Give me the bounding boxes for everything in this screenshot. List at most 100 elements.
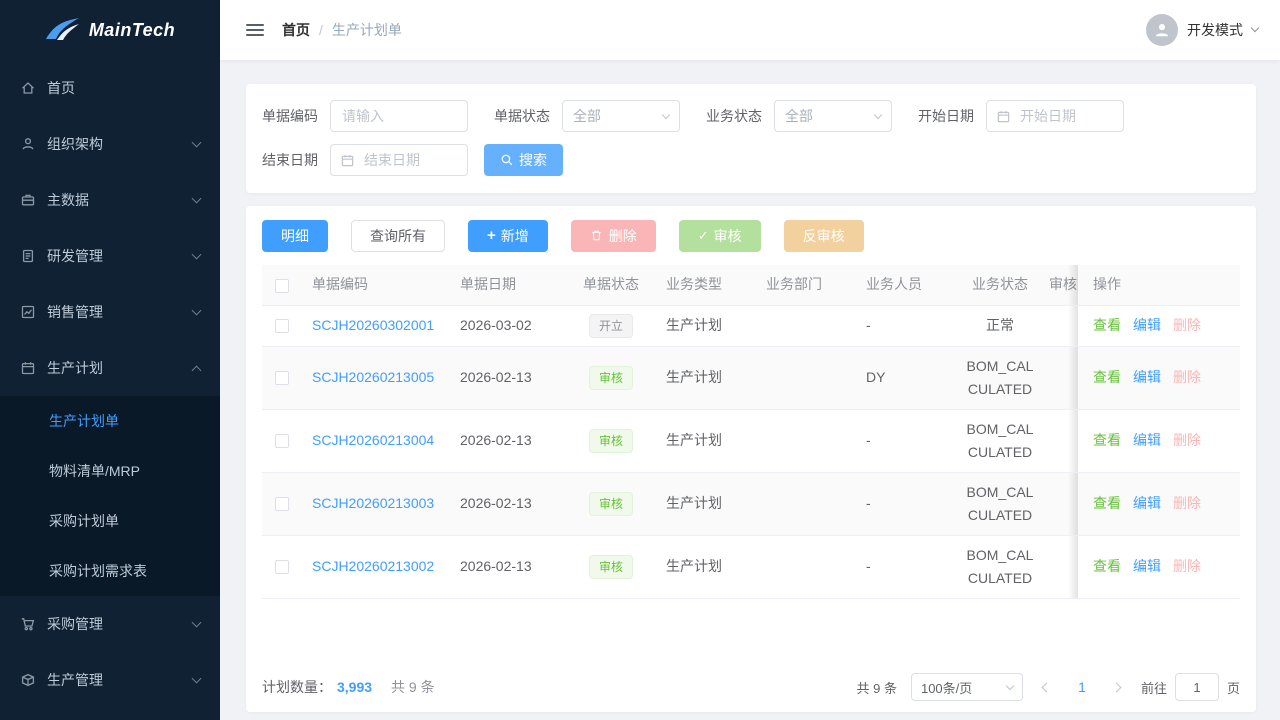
search-button[interactable]: 搜索: [484, 144, 563, 176]
sidebar-item-organization[interactable]: 组织架构: [0, 116, 220, 172]
chevron-down-icon: [192, 673, 202, 683]
chevron-down-icon: [662, 110, 670, 118]
table-row[interactable]: SCJH20260213005 2026-02-13 审核 生产计划 DY BO…: [262, 346, 1240, 409]
sidebar-item-sales[interactable]: 销售管理: [0, 284, 220, 340]
app-logo[interactable]: MainTech: [0, 0, 220, 60]
col-header-biz-status: 业务状态: [954, 265, 1046, 305]
sidebar-item-production-plan-doc[interactable]: 生产计划单: [0, 396, 220, 446]
calendar-icon: [996, 109, 1011, 124]
sidebar-item-bom-mrp[interactable]: 物料清单/MRP: [0, 446, 220, 496]
check-icon: ✓: [698, 229, 709, 243]
delete-link[interactable]: 删除: [1173, 432, 1201, 448]
add-button[interactable]: + 新增: [468, 220, 548, 252]
delete-link[interactable]: 删除: [1173, 558, 1201, 574]
chevron-down-icon: [192, 137, 202, 147]
col-header-doc-code: 单据编码: [302, 265, 450, 305]
view-link[interactable]: 查看: [1093, 317, 1121, 333]
main-area: 首页 / 生产计划单 开发模式 单据编码: [220, 0, 1280, 720]
row-checkbox[interactable]: [275, 560, 289, 574]
chevron-left-icon: [1042, 682, 1052, 692]
sidebar-item-master-data[interactable]: 主数据: [0, 172, 220, 228]
biz-status: BOM_CALCULATED: [954, 535, 1046, 598]
sidebar-subitem-label: 物料清单/MRP: [49, 461, 140, 481]
detail-button[interactable]: 明细: [262, 220, 328, 252]
doc-status-select[interactable]: 全部: [562, 100, 680, 132]
breadcrumb-separator: /: [319, 22, 323, 38]
edit-link[interactable]: 编辑: [1133, 317, 1161, 333]
sidebar-item-label: 研发管理: [47, 246, 103, 266]
chevron-down-icon: [192, 193, 202, 203]
end-date-picker[interactable]: 结束日期: [330, 144, 468, 176]
sidebar-item-purchase-plan-doc[interactable]: 采购计划单: [0, 496, 220, 546]
row-checkbox[interactable]: [275, 319, 289, 333]
trash-icon: [590, 229, 604, 243]
sidebar-item-production-plan[interactable]: 生产计划: [0, 340, 220, 396]
chevron-right-icon: [1112, 682, 1122, 692]
biz-type: 生产计划: [656, 305, 756, 346]
hamburger-icon[interactable]: [246, 22, 264, 38]
biz-person: -: [856, 535, 954, 598]
delete-link[interactable]: 删除: [1173, 369, 1201, 385]
edit-link[interactable]: 编辑: [1133, 495, 1161, 511]
doc-code-link[interactable]: SCJH20260213005: [312, 366, 440, 389]
delete-link[interactable]: 删除: [1173, 495, 1201, 511]
prev-page-button[interactable]: [1037, 675, 1057, 699]
next-page-button[interactable]: [1107, 675, 1127, 699]
biz-person: -: [856, 305, 954, 346]
edit-link[interactable]: 编辑: [1133, 369, 1161, 385]
delete-button[interactable]: 删除: [571, 220, 656, 252]
sidebar-item-purchase-demand-table[interactable]: 采购计划需求表: [0, 546, 220, 596]
plan-count-label: 计划数量：: [262, 677, 332, 697]
view-link[interactable]: 查看: [1093, 558, 1121, 574]
page-size-select[interactable]: 100条/页: [911, 673, 1023, 701]
pager: 1: [1037, 675, 1127, 699]
doc-code-link[interactable]: SCJH20260213003: [312, 492, 440, 515]
biz-status-select[interactable]: 全部: [774, 100, 892, 132]
end-date-placeholder: 结束日期: [364, 150, 420, 170]
sidebar-item-production-mgmt[interactable]: 生产管理: [0, 652, 220, 708]
search-icon: [500, 153, 514, 167]
end-date-label: 结束日期: [262, 150, 318, 170]
sidebar-item-procurement[interactable]: 采购管理: [0, 596, 220, 652]
view-link[interactable]: 查看: [1093, 369, 1121, 385]
doc-date: 2026-02-13: [450, 535, 566, 598]
doc-code-link[interactable]: SCJH20260213004: [312, 429, 440, 452]
table-row[interactable]: SCJH20260302001 2026-03-02 开立 生产计划 - 正常 …: [262, 305, 1240, 346]
query-all-button[interactable]: 查询所有: [351, 220, 445, 252]
box-icon: [20, 672, 36, 688]
table-row[interactable]: SCJH20260213002 2026-02-13 审核 生产计划 - BOM…: [262, 535, 1240, 598]
delete-link[interactable]: 删除: [1173, 317, 1201, 333]
start-date-placeholder: 开始日期: [1020, 106, 1076, 126]
edit-link[interactable]: 编辑: [1133, 432, 1161, 448]
start-date-picker[interactable]: 开始日期: [986, 100, 1124, 132]
table-row[interactable]: SCJH20260213004 2026-02-13 审核 生产计划 - BOM…: [262, 409, 1240, 472]
biz-dept: [756, 472, 856, 535]
view-link[interactable]: 查看: [1093, 495, 1121, 511]
calendar-icon: [20, 360, 36, 376]
table-row[interactable]: SCJH20260213003 2026-02-13 审核 生产计划 - BOM…: [262, 472, 1240, 535]
breadcrumb-home[interactable]: 首页: [282, 20, 310, 40]
sidebar-item-label: 组织架构: [47, 134, 103, 154]
doc-status-value: 全部: [573, 106, 601, 126]
user-menu[interactable]: 开发模式: [1146, 14, 1258, 46]
sidebar-item-rnd[interactable]: 研发管理: [0, 228, 220, 284]
unaudit-button[interactable]: 反审核: [784, 220, 864, 252]
row-checkbox[interactable]: [275, 434, 289, 448]
edit-link[interactable]: 编辑: [1133, 558, 1161, 574]
doc-code-link[interactable]: SCJH20260302001: [312, 314, 440, 337]
sidebar-item-home[interactable]: 首页: [0, 60, 220, 116]
select-all-checkbox[interactable]: [275, 279, 289, 293]
chevron-down-icon: [192, 617, 202, 627]
row-checkbox[interactable]: [275, 497, 289, 511]
col-header-doc-date: 单据日期: [450, 265, 566, 305]
page-number-current[interactable]: 1: [1072, 679, 1092, 695]
goto-page-input[interactable]: [1175, 673, 1219, 701]
doc-code-link[interactable]: SCJH20260213002: [312, 555, 440, 578]
row-checkbox[interactable]: [275, 371, 289, 385]
view-link[interactable]: 查看: [1093, 432, 1121, 448]
doc-code-input[interactable]: [330, 100, 468, 132]
chart-icon: [20, 304, 36, 320]
chevron-down-icon: [1006, 682, 1014, 690]
audit-button[interactable]: ✓ 审核: [679, 220, 761, 252]
data-table: 单据编码 单据日期 单据状态 业务类型 业务部门 业务人员 业务状态 审核 操作: [262, 265, 1240, 663]
